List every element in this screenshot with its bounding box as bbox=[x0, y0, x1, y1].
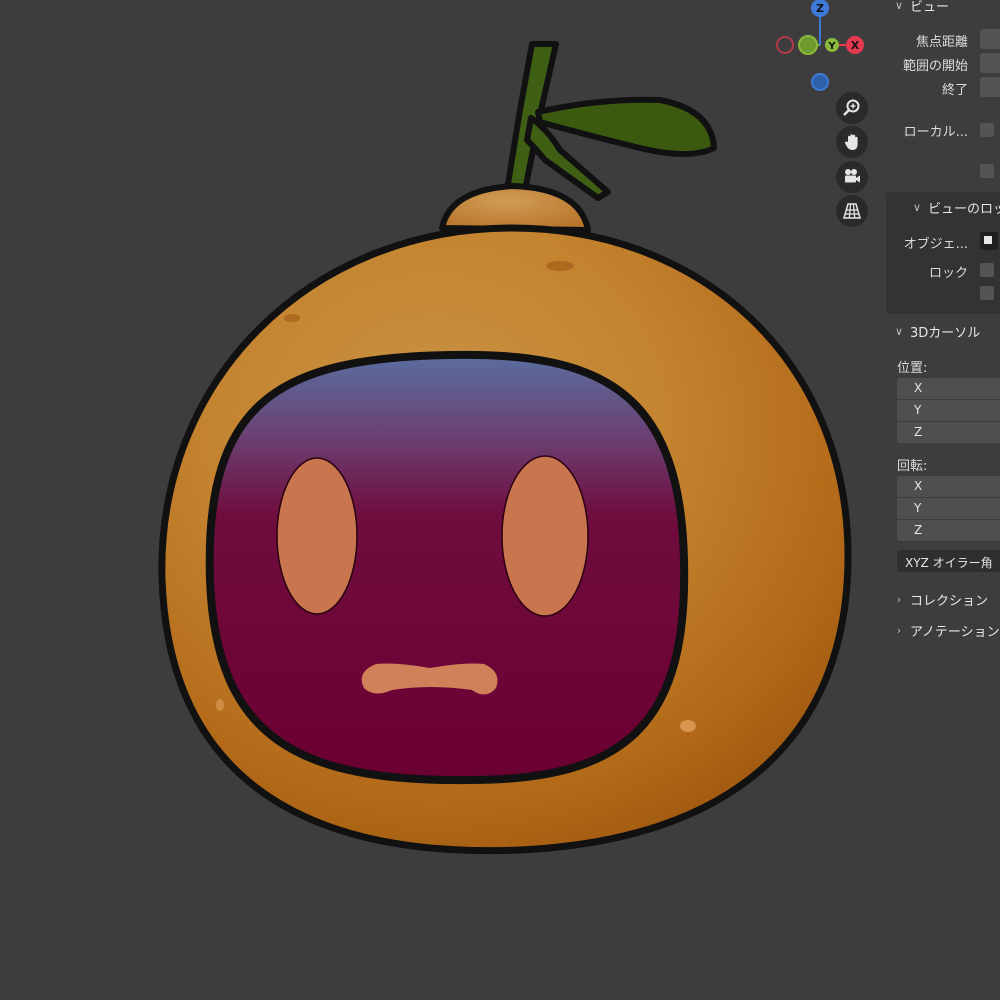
chevron-right-icon: › bbox=[896, 624, 902, 637]
cursor-location-label: 位置: bbox=[897, 361, 928, 376]
cursor-rotation-z[interactable]: Z bbox=[897, 520, 1000, 541]
chevron-down-icon: ∨ bbox=[912, 201, 922, 214]
chevron-right-icon: › bbox=[896, 593, 902, 606]
zoom-button[interactable] bbox=[836, 92, 868, 124]
right-eye bbox=[501, 455, 589, 617]
rotation-mode-dropdown[interactable]: XYZ オイラー角 bbox=[897, 550, 1000, 572]
gizmo-axis-z: Z bbox=[816, 2, 824, 15]
chevron-down-icon: ∨ bbox=[894, 0, 904, 12]
panel-header-annotation[interactable]: › アノテーション bbox=[894, 621, 1000, 640]
gizmo-axis-x: X bbox=[851, 39, 860, 52]
lock-object-label: オブジェ... bbox=[903, 237, 968, 252]
lock-label: ロック bbox=[928, 266, 968, 281]
local-camera-label: ローカル... bbox=[903, 125, 968, 140]
cursor-location-z[interactable]: Z bbox=[897, 422, 1000, 443]
navigation-gizmo[interactable]: Z Y X bbox=[770, 0, 870, 100]
gizmo-axis-y: Y bbox=[827, 41, 836, 52]
clip-end-label: 終了 bbox=[941, 83, 968, 98]
pan-button[interactable] bbox=[836, 126, 868, 158]
cursor-location-y[interactable]: Y bbox=[897, 400, 1000, 421]
leaf bbox=[535, 96, 717, 157]
clip-start-field[interactable] bbox=[980, 53, 1000, 73]
clip-end-field[interactable] bbox=[980, 77, 1000, 97]
camera-icon bbox=[845, 169, 860, 183]
hand-pan-icon bbox=[844, 134, 858, 150]
panel-header-3d-cursor[interactable]: ∨ 3Dカーソル bbox=[894, 322, 980, 341]
cursor-rotation-label: 回転: bbox=[897, 459, 928, 474]
focal-length-label: 焦点距離 bbox=[915, 35, 968, 50]
cursor-rotation-x[interactable]: X bbox=[897, 476, 1000, 497]
3d-viewport[interactable]: Z Y X bbox=[0, 0, 1000, 1000]
sidebar-panel: ∨ ビュー 焦点距離 範囲の開始 終了 ローカル... ∨ ビューのロッ オブジ… bbox=[886, 0, 1000, 1000]
lock-object-field[interactable] bbox=[980, 232, 998, 250]
perspective-toggle-button[interactable] bbox=[836, 195, 868, 227]
left-eye bbox=[276, 457, 358, 615]
panel-title-3d-cursor: 3Dカーソル bbox=[910, 326, 981, 341]
chevron-down-icon: ∨ bbox=[894, 325, 904, 338]
render-region-checkbox[interactable] bbox=[980, 164, 994, 178]
panel-title-collection: コレクション bbox=[910, 594, 989, 609]
perspective-grid-icon bbox=[843, 203, 861, 219]
camera-view-button[interactable] bbox=[836, 161, 868, 193]
cursor-rotation-y[interactable]: Y bbox=[897, 498, 1000, 519]
zoom-icon bbox=[843, 99, 860, 116]
stem-cap bbox=[439, 183, 591, 233]
panel-title-annotation: アノテーション bbox=[910, 625, 1000, 640]
panel-header-collection[interactable]: › コレクション bbox=[894, 590, 988, 609]
cursor-location-x[interactable]: X bbox=[897, 378, 1000, 399]
panel-title-view: ビュー bbox=[910, 0, 950, 15]
focal-length-field[interactable] bbox=[980, 29, 1000, 49]
local-camera-checkbox[interactable] bbox=[980, 123, 994, 137]
lock-to-cursor-checkbox[interactable] bbox=[980, 263, 994, 277]
panel-title-view-lock: ビューのロッ bbox=[928, 202, 1000, 217]
panel-header-view[interactable]: ∨ ビュー bbox=[894, 0, 949, 15]
clip-start-label: 範囲の開始 bbox=[902, 59, 968, 74]
lock-camera-checkbox[interactable] bbox=[980, 286, 994, 300]
panel-header-view-lock[interactable]: ∨ ビューのロッ bbox=[912, 198, 1000, 217]
